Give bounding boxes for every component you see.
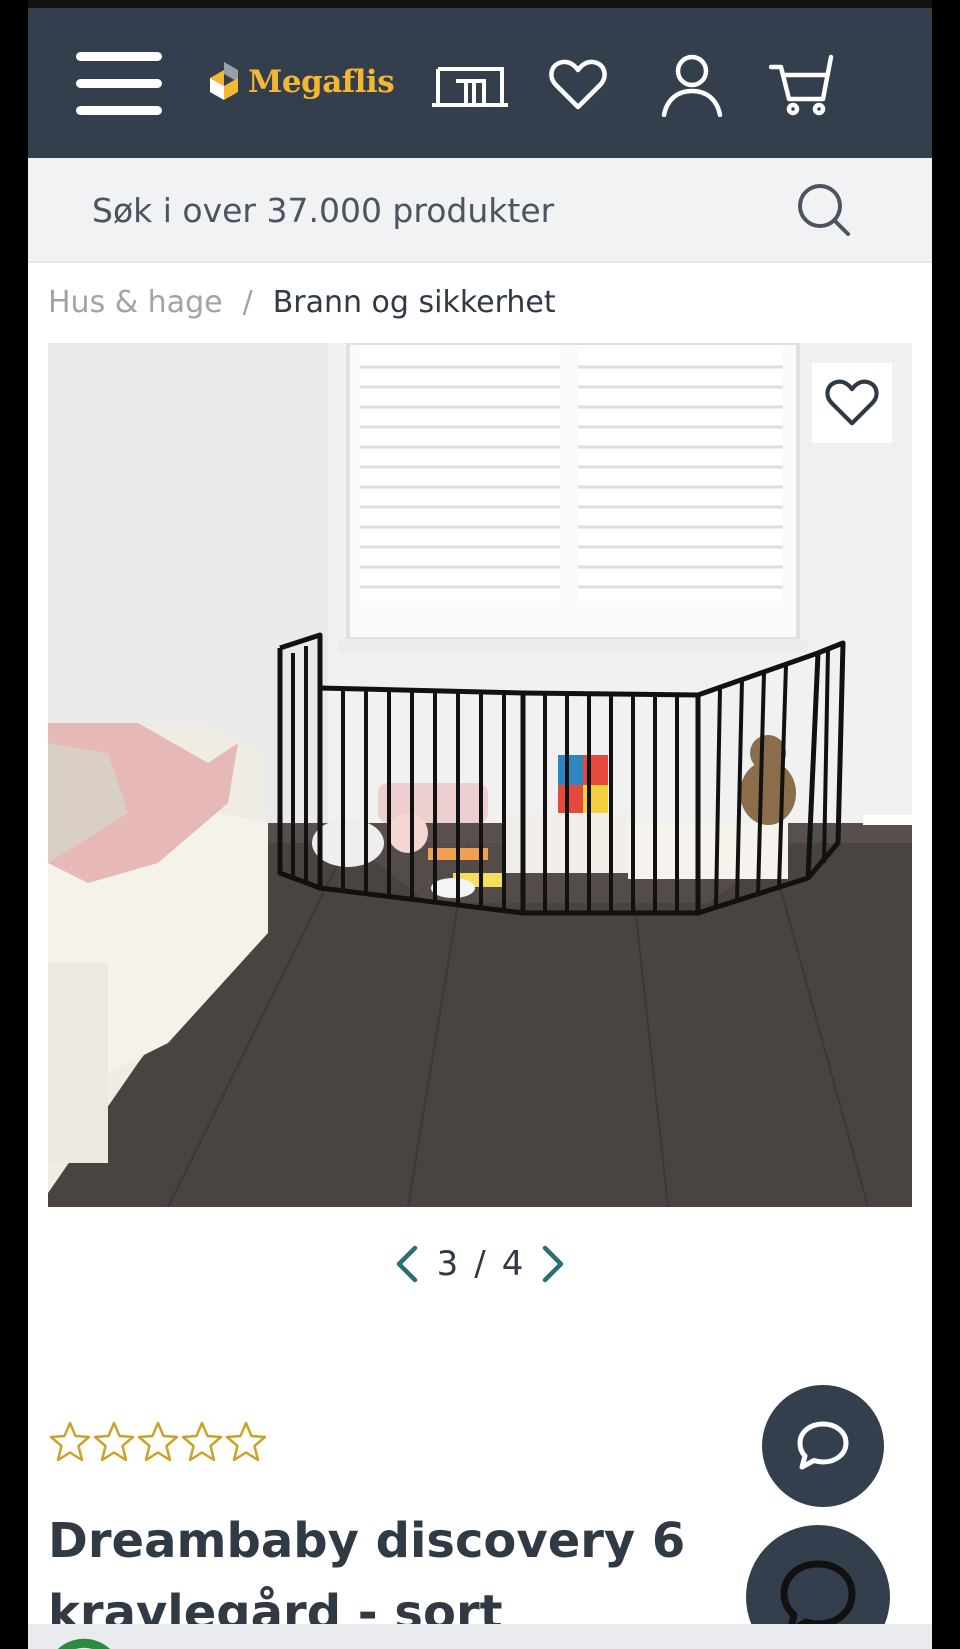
search-icon[interactable]	[794, 180, 854, 240]
trust-badge-icon[interactable]	[40, 1618, 120, 1649]
gallery-pager: 3 / 4	[28, 1236, 932, 1292]
cart-icon[interactable]	[760, 50, 844, 120]
pager-separator: /	[474, 1244, 486, 1284]
product-image[interactable]	[48, 343, 912, 1207]
star-empty-icon	[93, 1421, 135, 1462]
mobile-page: Megaflis Søk i over 37.000 produkter Hus…	[28, 0, 932, 1649]
bottom-bar	[28, 1624, 932, 1649]
status-bar	[28, 0, 932, 8]
prev-image-button[interactable]	[387, 1239, 427, 1289]
chevron-right-icon	[543, 1245, 564, 1283]
star-empty-icon	[137, 1421, 179, 1462]
star-empty-icon	[49, 1421, 91, 1462]
breadcrumb-separator: /	[242, 284, 253, 320]
product-photo	[48, 343, 912, 1207]
breadcrumb-item-brann-og-sikkerhet[interactable]: Brann og sikkerhet	[273, 285, 556, 320]
brand-name: Megaflis	[248, 64, 395, 100]
site-header: Megaflis	[28, 8, 932, 158]
next-image-button[interactable]	[533, 1239, 573, 1289]
logo-mark-icon	[210, 62, 238, 100]
search-bar	[28, 158, 932, 263]
product-rating[interactable]	[48, 1420, 268, 1464]
site-logo[interactable]: Megaflis	[206, 58, 395, 106]
chat-button[interactable]	[762, 1385, 884, 1507]
chat-bubble-icon	[797, 1421, 849, 1470]
breadcrumb-item-hus-hage[interactable]: Hus & hage	[48, 285, 223, 320]
star-empty-icon	[225, 1421, 267, 1462]
heart-icon	[825, 379, 879, 426]
chevron-left-icon	[396, 1245, 417, 1283]
user-icon[interactable]	[650, 50, 734, 120]
add-to-wishlist-button[interactable]	[812, 363, 892, 443]
store-icon[interactable]	[428, 50, 512, 120]
heart-icon[interactable]	[536, 50, 620, 120]
breadcrumb: Hus & hage / Brann og sikkerhet	[48, 280, 556, 324]
star-empty-icon	[181, 1421, 223, 1462]
current-image-number: 3	[436, 1244, 459, 1284]
search-input[interactable]	[92, 186, 732, 234]
total-images: 4	[501, 1244, 524, 1284]
menu-icon[interactable]	[76, 52, 162, 116]
